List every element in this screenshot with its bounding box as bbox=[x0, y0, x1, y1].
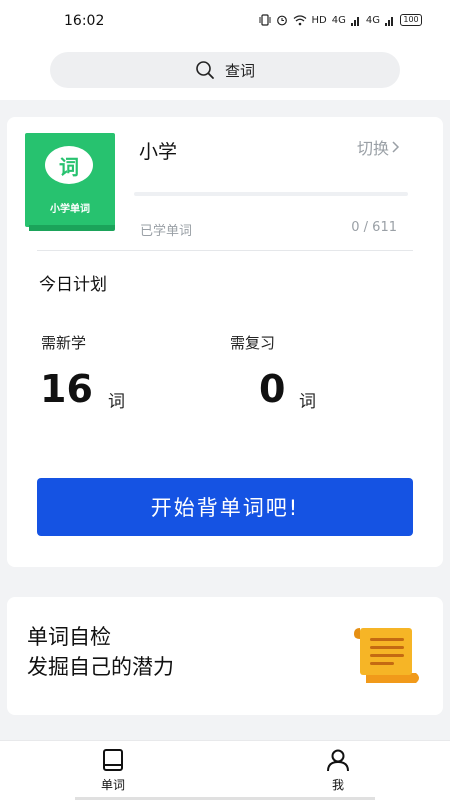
need-new-count: 16 bbox=[40, 367, 93, 411]
book-icon bbox=[103, 749, 123, 771]
signal-icon bbox=[385, 16, 393, 26]
self-check-card[interactable]: 单词自检 发掘自己的潜力 bbox=[7, 597, 443, 715]
learned-progress-bar bbox=[134, 192, 408, 196]
need-new-label: 需新学 bbox=[41, 334, 87, 352]
today-plan-title: 今日计划 bbox=[39, 275, 107, 295]
learned-count: 0 / 611 bbox=[351, 220, 397, 235]
signal-icon bbox=[350, 16, 359, 26]
book-cover-title: 小学单词 bbox=[50, 204, 90, 215]
book-page-edge bbox=[29, 225, 115, 231]
status-bar: 16:02 HD 4G 4G 100 bbox=[0, 0, 450, 44]
network-hd-label: HD bbox=[311, 14, 327, 26]
self-check-subtitle: 发掘自己的潜力 bbox=[27, 655, 174, 679]
need-review-count: 0 bbox=[259, 367, 286, 411]
wordbook-level: 小学 bbox=[139, 141, 178, 163]
divider bbox=[37, 250, 413, 251]
book-cover[interactable]: 词 小学单词 bbox=[25, 133, 115, 231]
bottom-tab-bar: 单词 我 bbox=[0, 740, 450, 800]
search-icon bbox=[196, 61, 214, 79]
signal-label-2: 4G bbox=[365, 14, 380, 26]
person-icon bbox=[327, 749, 349, 772]
wifi-icon bbox=[293, 15, 306, 26]
study-plan-card: 词 小学单词 小学 切换 已学单词 0 / 611 今日计划 需新学 需复习 1… bbox=[7, 117, 443, 567]
status-time: 16:02 bbox=[64, 13, 105, 29]
need-review-label: 需复习 bbox=[230, 334, 276, 352]
scroll-icon bbox=[354, 628, 419, 683]
need-new-unit: 词 bbox=[108, 392, 125, 412]
alarm-icon bbox=[276, 15, 287, 26]
switch-label: 切换 bbox=[356, 139, 389, 158]
start-learning-button[interactable]: 开始背单词吧! bbox=[37, 478, 413, 536]
signal-label-1: 4G bbox=[331, 14, 346, 26]
tab-words[interactable]: 单词 bbox=[83, 747, 143, 797]
book-cover-char: 词 bbox=[45, 146, 93, 184]
tab-me-label: 我 bbox=[331, 778, 344, 792]
tab-me[interactable]: 我 bbox=[308, 747, 368, 797]
need-review-unit: 词 bbox=[299, 392, 316, 412]
switch-wordbook-button[interactable]: 切换 bbox=[357, 135, 401, 159]
battery-icon: 100 bbox=[400, 14, 422, 26]
header: 查词 bbox=[0, 44, 450, 100]
tab-words-label: 单词 bbox=[100, 778, 125, 792]
self-check-title: 单词自检 bbox=[27, 625, 111, 649]
vibrate-icon bbox=[259, 14, 271, 26]
book-cover-front: 词 小学单词 bbox=[25, 133, 115, 227]
search-label: 查词 bbox=[224, 61, 255, 80]
search-bar[interactable]: 查词 bbox=[50, 52, 400, 88]
status-icons: HD 4G 4G 100 bbox=[259, 14, 422, 26]
learned-label: 已学单词 bbox=[140, 224, 193, 239]
chevron-right-icon bbox=[392, 141, 400, 153]
